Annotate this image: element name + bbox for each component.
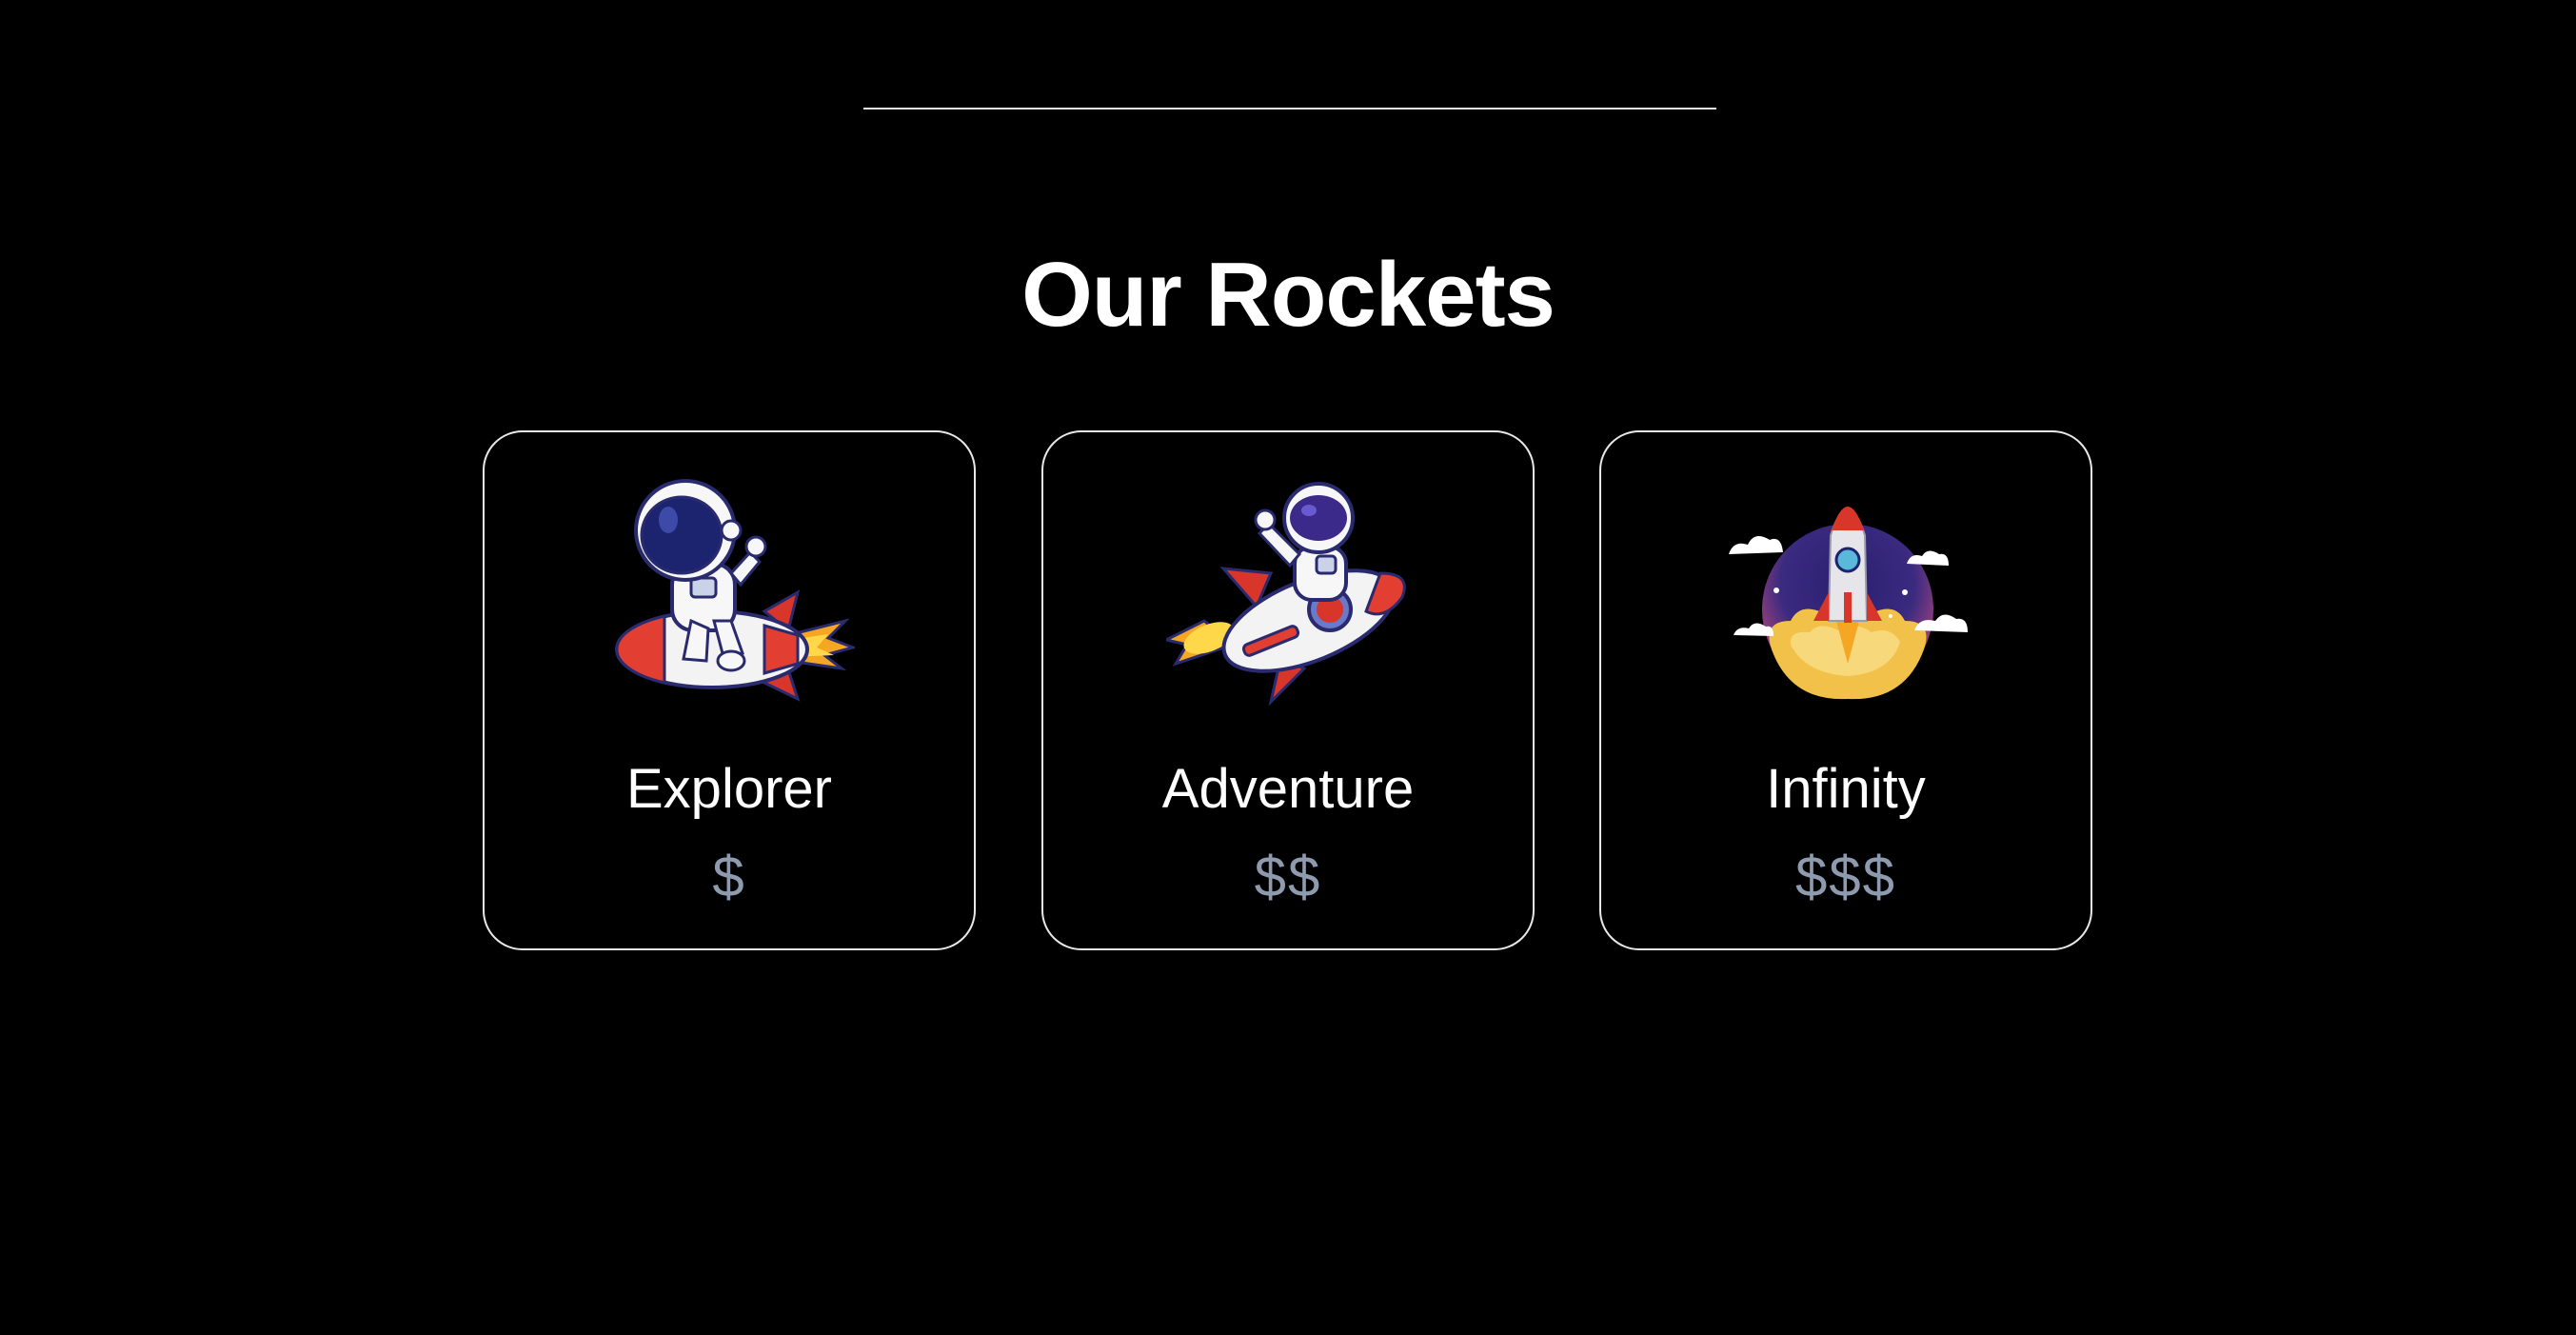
- rocket-name: Adventure: [1161, 758, 1415, 820]
- rocket-name: Explorer: [626, 758, 832, 820]
- astronaut-waving-on-rocket-icon: [1166, 478, 1414, 707]
- rocket-price: $$$: [1794, 845, 1897, 908]
- rocket-card-explorer[interactable]: Explorer $: [483, 430, 976, 950]
- rocket-price: $: [712, 845, 746, 908]
- rocket-card-infinity[interactable]: Infinity $$$: [1599, 430, 2092, 950]
- section-title: Our Rockets: [1021, 244, 1556, 346]
- rocket-card-list: Explorer $ Adventure $$ Infinity $$$: [483, 430, 2097, 954]
- rocket-name: Infinity: [1766, 758, 1926, 820]
- top-divider: [863, 108, 1716, 110]
- page: Our Rockets Explorer $ Adventure $$ Infi…: [0, 0, 2576, 1335]
- rocket-launch-icon: [1724, 478, 1972, 707]
- rocket-price: $$: [1254, 845, 1322, 908]
- rocket-card-adventure[interactable]: Adventure $$: [1041, 430, 1535, 950]
- astronaut-riding-rocket-icon: [607, 478, 855, 707]
